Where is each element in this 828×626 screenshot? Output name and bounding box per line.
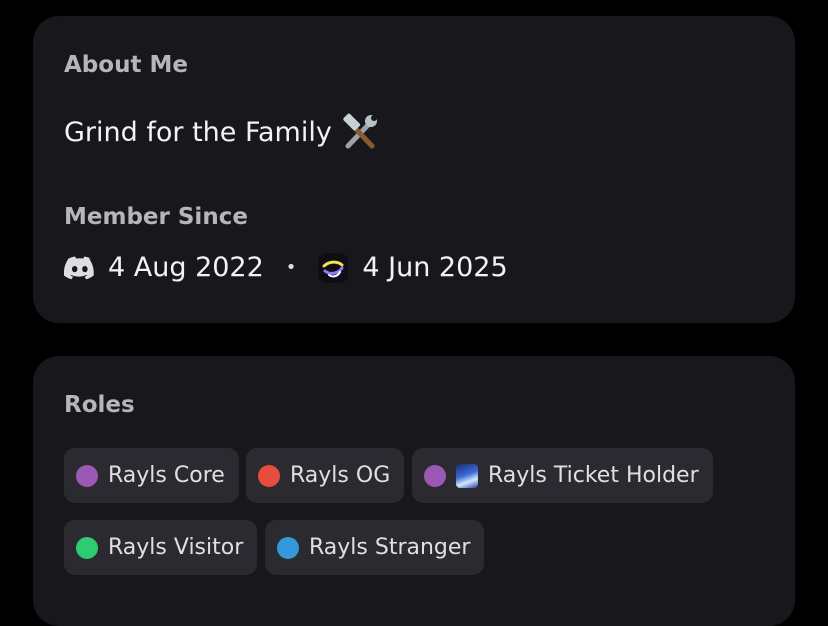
date-separator: • (285, 257, 297, 278)
about-me-heading: About Me (64, 52, 188, 78)
role-name: Rayls OG (290, 463, 391, 488)
discord-icon (63, 256, 96, 280)
role-color-dot (424, 464, 446, 487)
roles-heading: Roles (64, 392, 135, 418)
role-name: Rayls Core (108, 463, 225, 488)
role-pill-rayls-core[interactable]: Rayls Core (64, 448, 239, 503)
ticket-role-icon (456, 463, 478, 488)
member-since-heading: Member Since (64, 204, 248, 230)
role-color-dot (277, 536, 299, 559)
bio-text: Grind for the Family (64, 116, 332, 148)
role-pill-rayls-og[interactable]: Rayls OG (246, 448, 405, 503)
role-color-dot (258, 464, 280, 487)
role-pill-rayls-stranger[interactable]: Rayls Stranger (265, 520, 485, 575)
server-icon (318, 252, 349, 283)
role-name: Rayls Ticket Holder (488, 463, 699, 488)
discord-join-date: 4 Aug 2022 (108, 252, 264, 283)
server-join-date: 4 Jun 2025 (362, 252, 508, 283)
bio: Grind for the Family (64, 112, 380, 152)
role-pill-rayls-visitor[interactable]: Rayls Visitor (64, 520, 258, 575)
role-name: Rayls Visitor (108, 535, 244, 560)
role-pill-rayls-ticket-holder[interactable]: Rayls Ticket Holder (412, 448, 713, 503)
hammer-and-wrench-icon (340, 112, 380, 152)
member-since-row: 4 Aug 2022 • 4 Jun 2025 (63, 252, 508, 283)
role-color-dot (76, 536, 98, 559)
role-name: Rayls Stranger (309, 535, 471, 560)
role-color-dot (76, 464, 98, 487)
about-card: About Me Grind for the Family Member Sin… (33, 16, 795, 323)
roles-card: Roles Rayls Core Rayls OG Rayls Ticket H… (33, 356, 795, 626)
